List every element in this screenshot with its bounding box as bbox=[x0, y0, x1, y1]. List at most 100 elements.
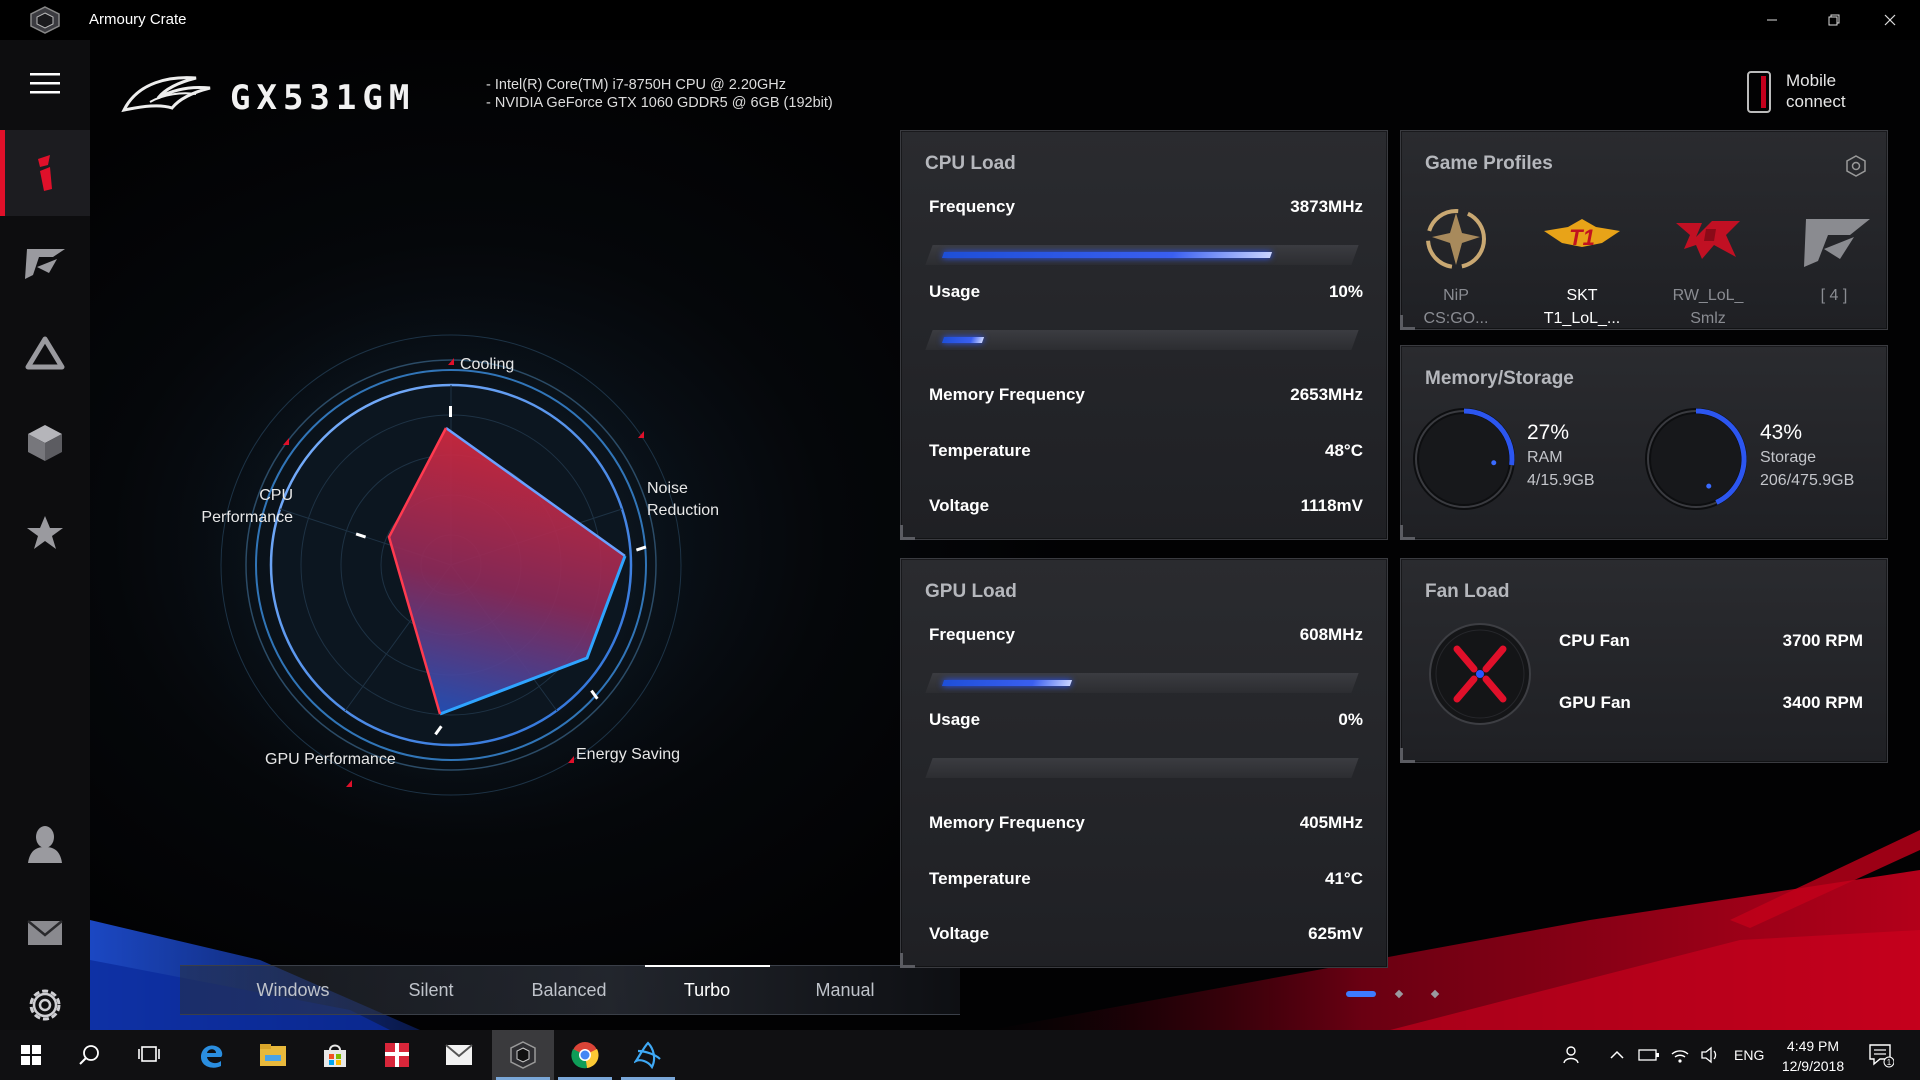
cpu-line2: Performance bbox=[201, 509, 293, 526]
mode-turbo[interactable]: Turbo bbox=[637, 980, 777, 1001]
gpu-fan-label: GPU Fan bbox=[1559, 693, 1631, 712]
taskbar-mail[interactable] bbox=[428, 1030, 490, 1080]
armoury-crate-logo-icon bbox=[30, 6, 60, 34]
radar-label-cooling: Cooling bbox=[460, 356, 515, 373]
mobile-connect-line1: Mobile bbox=[1786, 71, 1837, 90]
sidebar-item-game-library[interactable] bbox=[0, 220, 90, 306]
sidebar-item-menu[interactable] bbox=[0, 40, 90, 126]
main-content: GX531GM - Intel(R) Core(TM) i7-8750H CPU… bbox=[90, 40, 1920, 1030]
mode-windows[interactable]: Windows bbox=[223, 980, 363, 1001]
ram-info: 27% RAM 4/15.9GB bbox=[1527, 421, 1595, 492]
armoury-crate-icon bbox=[510, 1041, 536, 1069]
radar-label-noise-reduction: Noise Reduction bbox=[647, 478, 719, 522]
sidebar-item-featured[interactable] bbox=[0, 490, 90, 576]
page-dot[interactable] bbox=[1430, 989, 1440, 999]
cpu-frequency-bar bbox=[925, 245, 1359, 265]
storage-label: Storage bbox=[1760, 449, 1817, 466]
cpu-usage-bar bbox=[925, 330, 1359, 350]
language-indicator[interactable]: ENG bbox=[1734, 1030, 1764, 1080]
game-profiles-title: Game Profiles bbox=[1425, 153, 1553, 174]
gpu-frequency-bar bbox=[925, 673, 1359, 693]
windows-start-icon bbox=[21, 1045, 41, 1065]
cpu-temperature-label: Temperature bbox=[929, 441, 1031, 460]
cpu-usage-bar-fill bbox=[941, 337, 985, 343]
cpu-load-title: CPU Load bbox=[925, 153, 1016, 174]
rw-logo-icon bbox=[1676, 221, 1740, 259]
performance-radar: Cooling Noise Reduction CPU Performance … bbox=[180, 280, 780, 840]
mode-manual[interactable]: Manual bbox=[775, 980, 915, 1001]
taskbar-edge[interactable] bbox=[180, 1030, 242, 1080]
taskbar-armoury-crate[interactable] bbox=[492, 1030, 554, 1080]
window-title: Armoury Crate bbox=[89, 11, 187, 28]
mode-balanced[interactable]: Balanced bbox=[499, 980, 639, 1001]
file-explorer-icon bbox=[260, 1044, 286, 1066]
cpu-fan-label: CPU Fan bbox=[1559, 631, 1630, 650]
taskbar-chrome[interactable] bbox=[554, 1030, 616, 1080]
page-dot[interactable] bbox=[1394, 989, 1404, 999]
memory-storage-title: Memory/Storage bbox=[1425, 368, 1574, 389]
sidebar-item-news[interactable] bbox=[0, 890, 90, 976]
user-icon bbox=[28, 826, 62, 863]
gpu-spec: - NVIDIA GeForce GTX 1060 GDDR5 @ 6GB (1… bbox=[486, 95, 833, 111]
taskbar-clock[interactable]: 4:49 PM 12/9/2018 bbox=[1772, 1036, 1854, 1076]
battery-button[interactable] bbox=[1638, 1030, 1660, 1080]
storage-gauge bbox=[1645, 408, 1747, 510]
mode-selected-indicator bbox=[645, 965, 770, 967]
gpu-frequency-label: Frequency bbox=[929, 625, 1015, 644]
show-hidden-icons-button[interactable] bbox=[1610, 1030, 1624, 1080]
wifi-button[interactable] bbox=[1670, 1030, 1690, 1080]
taskbar-file-explorer[interactable] bbox=[242, 1030, 304, 1080]
taskbar-gift[interactable] bbox=[366, 1030, 428, 1080]
minimize-button[interactable] bbox=[1744, 0, 1800, 40]
battlenet-icon bbox=[634, 1041, 661, 1069]
task-view-icon bbox=[138, 1046, 160, 1062]
close-button[interactable] bbox=[1862, 0, 1918, 40]
restore-button[interactable] bbox=[1806, 0, 1862, 40]
sidebar-item-settings[interactable] bbox=[0, 980, 90, 1030]
storage-info: 43% Storage 206/475.9GB bbox=[1760, 421, 1854, 492]
volume-button[interactable] bbox=[1700, 1030, 1720, 1080]
mode-silent[interactable]: Silent bbox=[361, 980, 501, 1001]
game-profile-nip[interactable]: NiP CS:GO... bbox=[1401, 201, 1511, 330]
restore-icon bbox=[1828, 14, 1840, 26]
game-profile-skt[interactable]: T1 SKT T1_LoL_... bbox=[1527, 201, 1637, 330]
action-center-button[interactable]: 1 bbox=[1868, 1030, 1894, 1080]
page-dot-active[interactable] bbox=[1346, 991, 1376, 997]
ram-gauge bbox=[1413, 408, 1515, 510]
cube-icon bbox=[28, 425, 62, 461]
device-model: GX531GM bbox=[230, 78, 416, 118]
sidebar-item-device[interactable] bbox=[0, 400, 90, 486]
start-button[interactable] bbox=[0, 1030, 62, 1080]
game-profiles-panel[interactable]: Game Profiles NiP CS:GO... T1 SKT T1_LoL… bbox=[1400, 130, 1888, 330]
memory-storage-panel[interactable]: Memory/Storage 27% RAM 4/15.9GB 43% Stor… bbox=[1400, 345, 1888, 540]
profile-name-line2: CS:GO... bbox=[1423, 310, 1489, 327]
cpu-frequency-value: 3873MHz bbox=[1290, 197, 1363, 216]
mobile-connect-button[interactable]: Mobile connect bbox=[1740, 66, 1900, 116]
battery-icon bbox=[1638, 1049, 1659, 1061]
hexagon-settings-icon[interactable] bbox=[1845, 155, 1867, 177]
cpu-temperature-value: 48°C bbox=[1325, 441, 1363, 460]
gpu-load-panel[interactable]: GPU Load Frequency 608MHz Usage 0% Memor… bbox=[900, 558, 1388, 968]
task-view-button[interactable] bbox=[118, 1030, 180, 1080]
people-button[interactable] bbox=[1562, 1030, 1582, 1080]
game-profile-rw[interactable]: RW_LoL_ Smlz bbox=[1653, 201, 1763, 330]
game-profile-4[interactable]: [ 4 ] bbox=[1779, 201, 1889, 307]
rog-slash-icon bbox=[1804, 219, 1870, 267]
taskbar-store[interactable] bbox=[304, 1030, 366, 1080]
radar-label-gpu-performance: GPU Performance bbox=[265, 751, 396, 768]
taskbar-battlenet[interactable] bbox=[617, 1030, 679, 1080]
storage-detail: 206/475.9GB bbox=[1760, 472, 1855, 489]
store-icon bbox=[324, 1044, 346, 1067]
cpu-load-panel[interactable]: CPU Load Frequency 3873MHz Usage 10% Mem… bbox=[900, 130, 1388, 540]
storage-gauge-dot bbox=[1706, 483, 1712, 489]
sidebar-item-home[interactable] bbox=[0, 130, 90, 216]
star-icon bbox=[27, 516, 63, 549]
minimize-icon bbox=[1767, 19, 1777, 21]
mode-selector: Windows Silent Balanced Turbo Manual bbox=[180, 965, 960, 1015]
sidebar-item-user-center[interactable] bbox=[0, 800, 90, 886]
rog-slash-icon bbox=[25, 249, 65, 279]
fan-load-panel[interactable]: Fan Load CPU Fan 3700 RPM GPU Fan 3400 R… bbox=[1400, 558, 1888, 763]
sidebar-item-aura[interactable] bbox=[0, 310, 90, 396]
radar-label-cpu-performance: CPU Performance bbox=[200, 485, 293, 529]
search-button[interactable] bbox=[58, 1030, 120, 1080]
